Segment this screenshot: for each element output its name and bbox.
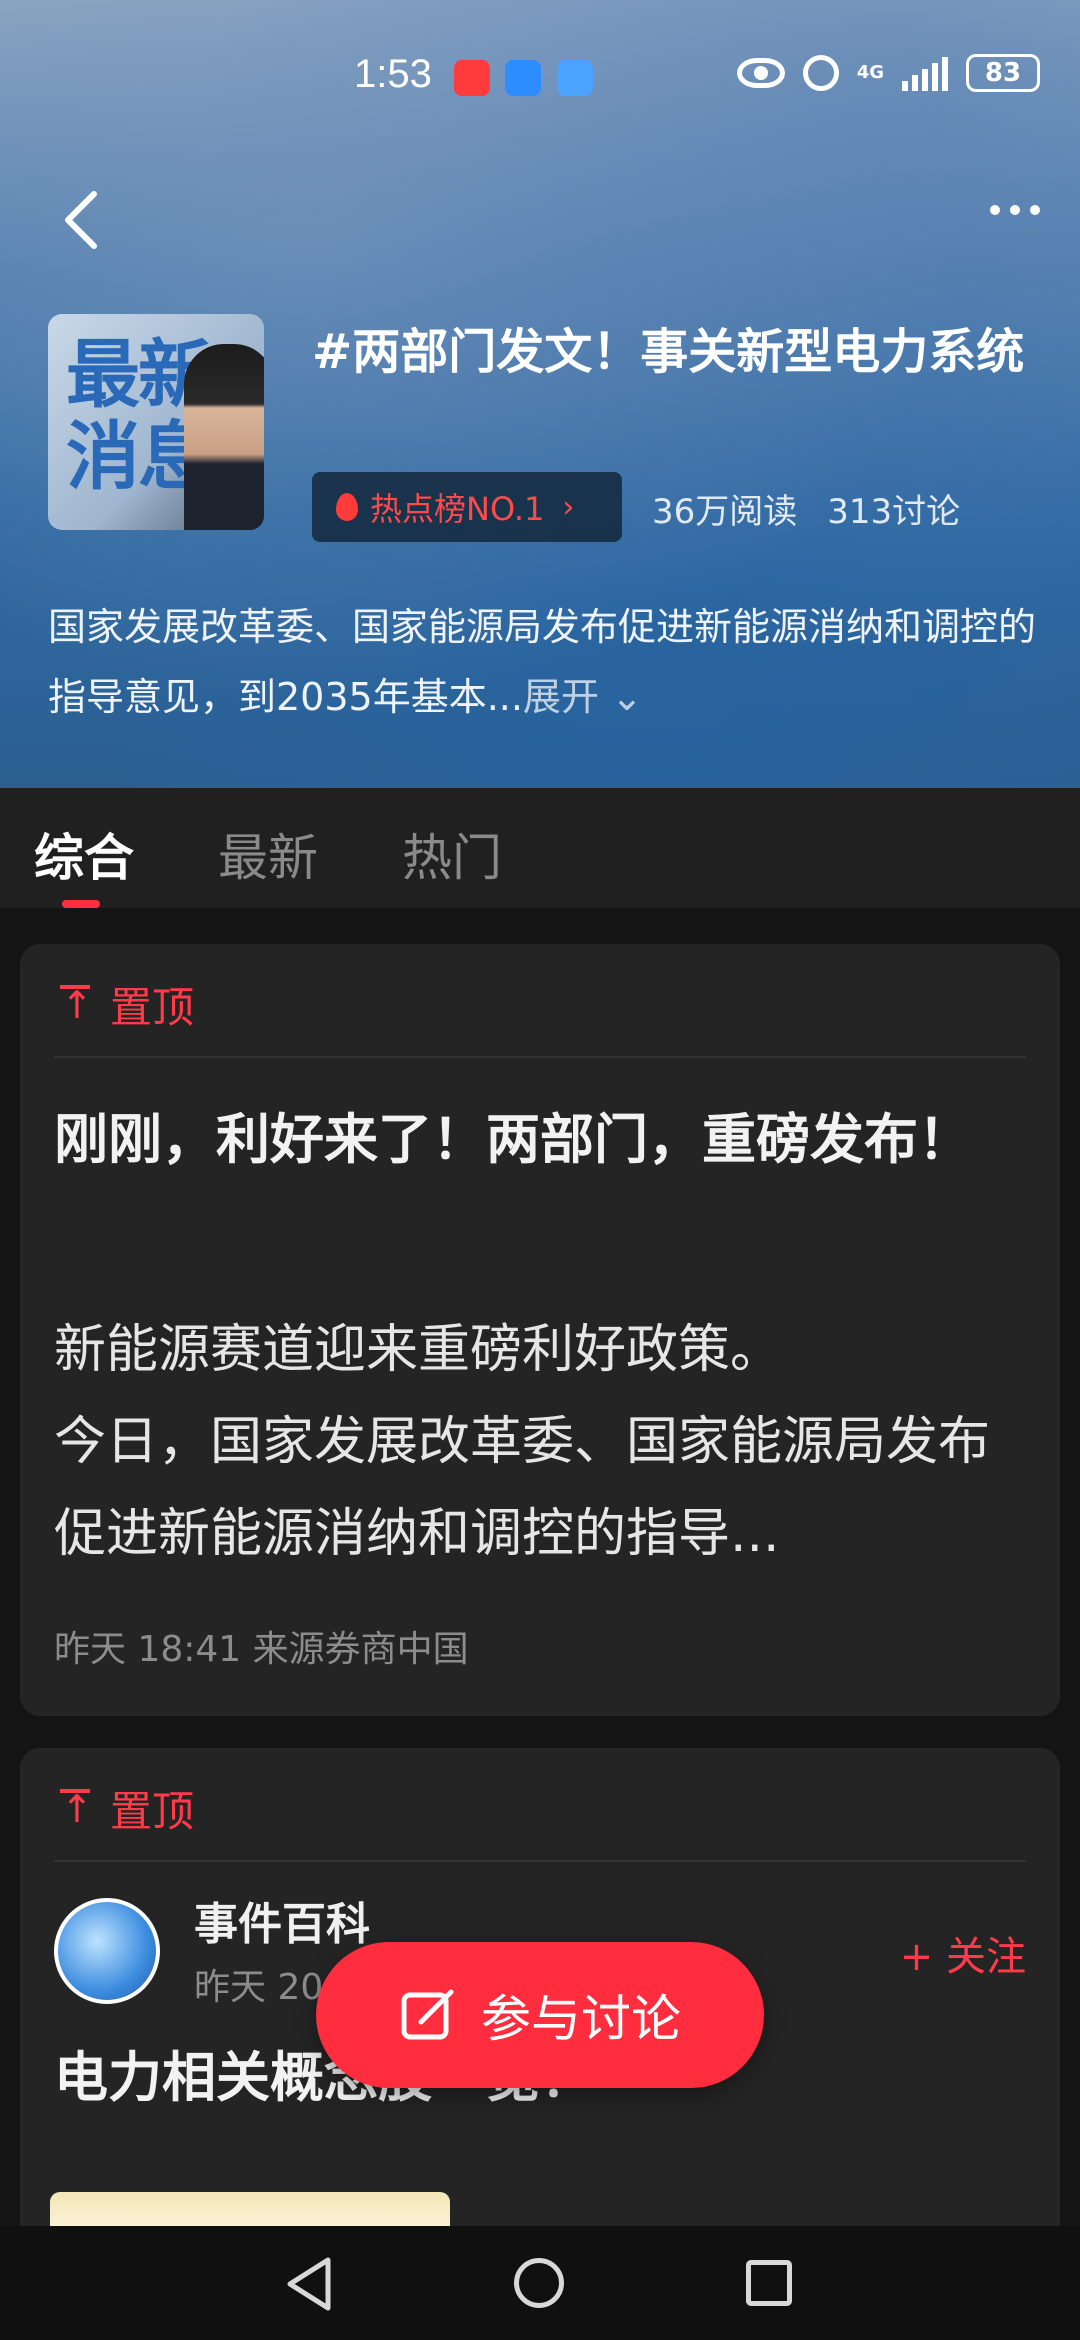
pinned-tag: 置顶 (58, 974, 194, 1035)
read-count: 36万阅读 (652, 492, 798, 532)
tab-comprehensive[interactable]: 综合 (34, 818, 134, 890)
post-headline[interactable]: 刚刚，利好来了！两部门，重磅发布！ (54, 1094, 1014, 1186)
tab-latest[interactable]: 最新 (218, 818, 318, 890)
pin-top-icon (58, 983, 93, 1027)
app-red-icon (454, 60, 490, 96)
chevron-down-icon: ⌄ (598, 675, 643, 719)
system-nav-bar (0, 2226, 1080, 2340)
app-blue-icon (505, 60, 541, 96)
topic-description[interactable]: 国家发展改革委、国家能源局发布促进新能源消纳和调控的指导意见，到2035年基本.… (48, 592, 1038, 732)
post-card[interactable]: 置顶 刚刚，利好来了！两部门，重磅发布！ 新能源赛道迎来重磅利好政策。 今日，国… (20, 944, 1060, 1716)
app-chart-icon (557, 60, 593, 96)
signal-icon (902, 55, 948, 91)
more-dots-icon[interactable] (990, 205, 1040, 215)
topic-header: 1:53 4G 83 最新 消息 #两部门发文！事关新型电力系统 热点榜NO.1 … (0, 0, 1080, 788)
topic-cover-image: 最新 消息 (48, 314, 264, 530)
chevron-right-icon: › (562, 489, 575, 525)
hot-rank-label: 热点榜NO.1 (370, 490, 545, 528)
chevron-left-icon[interactable] (60, 190, 104, 250)
divider (54, 1056, 1026, 1058)
edit-icon (401, 1989, 454, 2040)
topic-title: #两部门发文！事关新型电力系统 (312, 324, 1025, 380)
nav-recent-apps-icon[interactable] (746, 2260, 792, 2306)
pinned-label: 置顶 (110, 983, 195, 1032)
pin-top-icon (58, 1787, 93, 1831)
network-label: 4G (856, 62, 884, 83)
pinned-tag: 置顶 (58, 1778, 194, 1839)
post-body-line: 今日，国家发展改革委、国家能源局发布促进新能源消纳和调控的指导... (54, 1412, 991, 1564)
flame-icon (336, 493, 358, 521)
follow-button[interactable]: + 关注 (900, 1924, 1026, 1982)
battery-icon: 83 (966, 54, 1040, 92)
post-body[interactable]: 新能源赛道迎来重磅利好政策。 今日，国家发展改革委、国家能源局发布促进新能源消纳… (54, 1304, 1034, 1580)
nav-home-icon[interactable] (514, 2258, 564, 2308)
alarm-icon (802, 55, 839, 91)
divider (54, 1860, 1026, 1862)
cover-person (184, 344, 264, 530)
status-bar: 1:53 4G 83 (0, 48, 1080, 108)
status-time: 1:53 (354, 52, 432, 96)
post-time: 昨天 20 (194, 1967, 324, 2008)
discussion-count: 313讨论 (827, 492, 961, 532)
expand-link[interactable]: 展开 (523, 675, 599, 719)
tab-bar: 综合 最新 热门 (0, 788, 1080, 908)
tab-hot[interactable]: 热门 (402, 818, 502, 890)
pinned-label: 置顶 (110, 1787, 195, 1836)
hot-rank-badge[interactable]: 热点榜NO.1 › (312, 472, 622, 542)
join-discussion-button[interactable]: 参与讨论 (316, 1942, 764, 2088)
avatar[interactable] (54, 1898, 160, 2004)
post-body-line: 新能源赛道迎来重磅利好政策。 (54, 1320, 783, 1380)
post-meta: 昨天 18:41 来源券商中国 (54, 1629, 469, 1670)
join-discussion-label: 参与讨论 (481, 1990, 681, 2048)
nav-back-icon[interactable] (284, 2256, 334, 2312)
eye-icon (736, 58, 785, 88)
author-name[interactable]: 事件百科 (194, 1888, 370, 1952)
status-right: 4G 83 (736, 54, 1040, 92)
topic-stats: 36万阅读 313讨论 (652, 484, 960, 533)
active-tab-indicator (62, 900, 100, 908)
